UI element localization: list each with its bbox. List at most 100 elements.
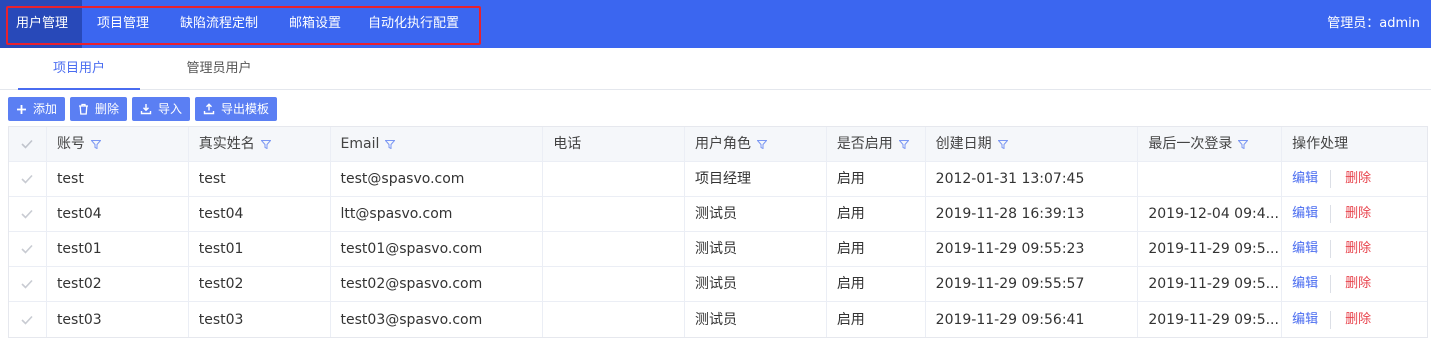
action-divider (1330, 240, 1332, 258)
cell-phone (543, 267, 686, 301)
cell-account: test04 (47, 197, 189, 231)
cell-actions: 编辑 删除 (1282, 302, 1427, 337)
cell-last-login: 2019-11-29 09:5... (1138, 302, 1283, 337)
cell-enabled: 启用 (827, 302, 926, 337)
check-icon (21, 139, 34, 149)
cell-phone (543, 232, 686, 266)
column-header-real-name[interactable]: 真实姓名 (189, 127, 331, 161)
column-header-label: 创建日期 (935, 136, 992, 152)
cell-created-date: 2019-11-29 09:56:41 (926, 302, 1139, 337)
nav-item-mail-settings[interactable]: 邮箱设置 (274, 0, 356, 48)
cell-account: test01 (47, 232, 189, 266)
edit-link[interactable]: 编辑 (1292, 303, 1318, 337)
table-row[interactable]: test01 test01 test01@spasvo.com 测试员 启用 2… (9, 232, 1427, 267)
check-icon (21, 174, 34, 184)
cell-role: 测试员 (685, 197, 827, 231)
check-icon (21, 209, 34, 219)
trash-icon (79, 103, 89, 115)
column-header-role[interactable]: 用户角色 (685, 127, 827, 161)
export-template-button-label: 导出模板 (221, 102, 270, 116)
action-divider (1330, 310, 1332, 329)
column-header-created-date[interactable]: 创建日期 (926, 127, 1139, 161)
check-icon (21, 279, 34, 289)
row-checkbox[interactable] (9, 162, 47, 196)
cell-actions: 编辑 删除 (1282, 267, 1427, 301)
delete-link[interactable]: 删除 (1345, 303, 1371, 337)
cell-actions: 编辑 删除 (1282, 162, 1427, 196)
edit-link[interactable]: 编辑 (1292, 232, 1318, 266)
cell-created-date: 2019-11-28 16:39:13 (926, 197, 1139, 231)
user-type-tabs: 项目用户 管理员用户 (0, 48, 1431, 90)
column-header-label: 电话 (553, 136, 582, 152)
edit-link[interactable]: 编辑 (1292, 162, 1318, 196)
admin-user-label[interactable]: 管理员：admin (1327, 0, 1420, 48)
cell-email: test03@spasvo.com (331, 302, 544, 337)
cell-email: ltt@spasvo.com (331, 197, 544, 231)
action-divider (1330, 170, 1332, 188)
row-checkbox[interactable] (9, 232, 47, 266)
cell-real-name: test04 (189, 197, 331, 231)
cell-actions: 编辑 删除 (1282, 197, 1427, 231)
delete-button-label: 删除 (95, 102, 120, 116)
cell-role: 测试员 (685, 302, 827, 337)
filter-icon[interactable] (90, 139, 101, 149)
tab-admin-users[interactable]: 管理员用户 (158, 48, 280, 90)
column-header-email[interactable]: Email (331, 127, 544, 161)
nav-item-user-management[interactable]: 用户管理 (0, 0, 82, 48)
nav-item-defect-workflow[interactable]: 缺陷流程定制 (164, 0, 274, 48)
edit-link[interactable]: 编辑 (1292, 267, 1318, 301)
delete-button[interactable]: 删除 (70, 97, 128, 121)
import-button[interactable]: 导入 (132, 97, 191, 121)
cell-role: 项目经理 (685, 162, 827, 196)
add-button[interactable]: 添加 (8, 97, 66, 121)
cell-phone (543, 162, 686, 196)
nav-item-project-management[interactable]: 项目管理 (82, 0, 164, 48)
filter-icon[interactable] (898, 139, 909, 149)
column-header-label: 最后一次登录 (1148, 136, 1233, 152)
row-checkbox[interactable] (9, 302, 47, 337)
table-row[interactable]: test02 test02 test02@spasvo.com 测试员 启用 2… (9, 267, 1427, 302)
nav-item-automation-config[interactable]: 自动化执行配置 (356, 0, 471, 48)
table-row[interactable]: test03 test03 test03@spasvo.com 测试员 启用 2… (9, 302, 1427, 337)
cell-email: test01@spasvo.com (331, 232, 544, 266)
check-icon (21, 244, 34, 254)
filter-icon[interactable] (1238, 139, 1249, 149)
cell-role: 测试员 (685, 232, 827, 266)
top-nav-bar: 用户管理 项目管理 缺陷流程定制 邮箱设置 自动化执行配置 管理员：admin (0, 0, 1431, 48)
action-divider (1330, 205, 1332, 223)
filter-icon[interactable] (260, 139, 271, 149)
cell-created-date: 2012-01-31 13:07:45 (926, 162, 1139, 196)
column-header-actions: 操作处理 (1282, 127, 1427, 161)
column-header-last-login[interactable]: 最后一次登录 (1138, 127, 1283, 161)
table-row[interactable]: test04 test04 ltt@spasvo.com 测试员 启用 2019… (9, 197, 1427, 232)
column-header-account[interactable]: 账号 (47, 127, 189, 161)
cell-phone (543, 302, 686, 337)
delete-link[interactable]: 删除 (1345, 197, 1371, 231)
column-header-label: 账号 (56, 136, 85, 152)
tab-project-users[interactable]: 项目用户 (18, 48, 140, 90)
cell-real-name: test01 (189, 232, 331, 266)
row-checkbox[interactable] (9, 197, 47, 231)
filter-icon[interactable] (757, 139, 768, 149)
toolbar: 添加 删除 导入 导出模板 (8, 97, 278, 121)
cell-last-login: 2019-11-29 09:5... (1138, 232, 1283, 266)
cell-last-login: 2019-11-29 09:5... (1138, 267, 1283, 301)
table-row[interactable]: test test test@spasvo.com 项目经理 启用 2012-0… (9, 162, 1427, 197)
column-header-enabled[interactable]: 是否启用 (827, 127, 926, 161)
row-checkbox[interactable] (9, 267, 47, 301)
filter-icon[interactable] (997, 139, 1008, 149)
edit-link[interactable]: 编辑 (1292, 197, 1318, 231)
delete-link[interactable]: 删除 (1345, 162, 1371, 196)
filter-icon[interactable] (385, 139, 396, 149)
users-table: 账号 真实姓名 Email 电话 用户角色 是否启用 创建日期 最后一次登录 操… (8, 126, 1428, 338)
column-header-label: Email (340, 136, 380, 152)
select-all-checkbox[interactable] (9, 127, 47, 161)
cell-role: 测试员 (685, 267, 827, 301)
cell-account: test03 (47, 302, 189, 337)
delete-link[interactable]: 删除 (1345, 232, 1371, 266)
column-header-label: 用户角色 (695, 136, 752, 152)
cell-created-date: 2019-11-29 09:55:57 (926, 267, 1139, 301)
table-header-row: 账号 真实姓名 Email 电话 用户角色 是否启用 创建日期 最后一次登录 操… (9, 127, 1427, 162)
delete-link[interactable]: 删除 (1345, 267, 1371, 301)
export-template-button[interactable]: 导出模板 (195, 97, 278, 121)
